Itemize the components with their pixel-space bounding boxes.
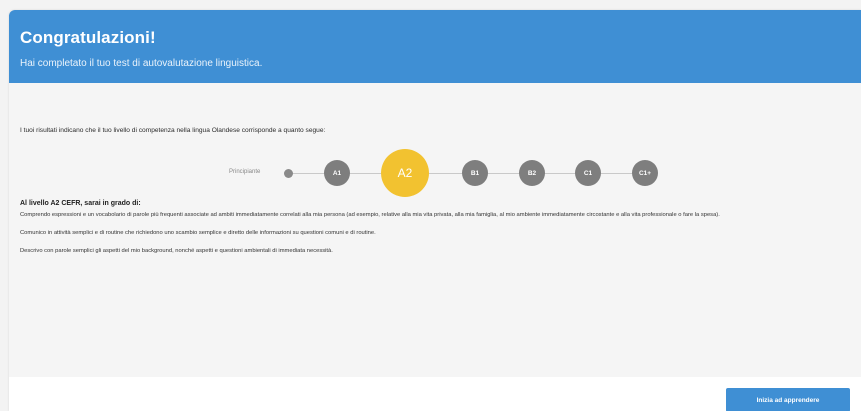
start-learning-button[interactable]: Inizia ad apprendere — [726, 388, 850, 411]
level-c1-plus: C1+ — [632, 160, 658, 186]
level-scale: Principiante A1 A2 B1 B2 C1 C1+ — [9, 143, 861, 203]
level-a1: A1 — [324, 160, 350, 186]
level-b1: B1 — [462, 160, 488, 186]
description-paragraph: Comprendo espressioni e un vocabolario d… — [20, 212, 720, 218]
level-b2: B2 — [519, 160, 545, 186]
level-description: Al livello A2 CEFR, sarai in grado di: C… — [20, 200, 858, 264]
level-a2-label: A2 — [397, 166, 413, 180]
level-a1-label: A1 — [332, 169, 342, 177]
level-b1-label: B1 — [470, 169, 480, 177]
description-heading: Al livello A2 CEFR, sarai in grado di: — [20, 200, 141, 207]
results-footer: Inizia ad apprendere — [9, 377, 861, 411]
description-paragraph: Descrivo con parole semplici gli aspetti… — [20, 247, 333, 254]
page-subtitle: Hai completato il tuo test di autovaluta… — [20, 58, 263, 69]
level-c1-label: C1 — [583, 169, 593, 177]
beginner-dot — [284, 169, 293, 178]
beginner-label: Principiante — [229, 169, 261, 175]
results-content: I tuoi risultati indicano che il tuo liv… — [9, 83, 861, 377]
level-c1-plus-label: C1+ — [638, 169, 652, 177]
results-card: Congratulazioni! Hai completato il tuo t… — [9, 10, 861, 411]
level-c1: C1 — [575, 160, 601, 186]
results-intro: I tuoi risultati indicano che il tuo liv… — [20, 127, 326, 134]
description-paragraph: Comunico in attività semplici e di routi… — [20, 229, 376, 236]
level-a2-current: A2 — [381, 149, 429, 197]
level-b2-label: B2 — [527, 169, 537, 177]
results-header: Congratulazioni! Hai completato il tuo t… — [9, 10, 861, 83]
page-title: Congratulazioni! — [20, 28, 156, 47]
